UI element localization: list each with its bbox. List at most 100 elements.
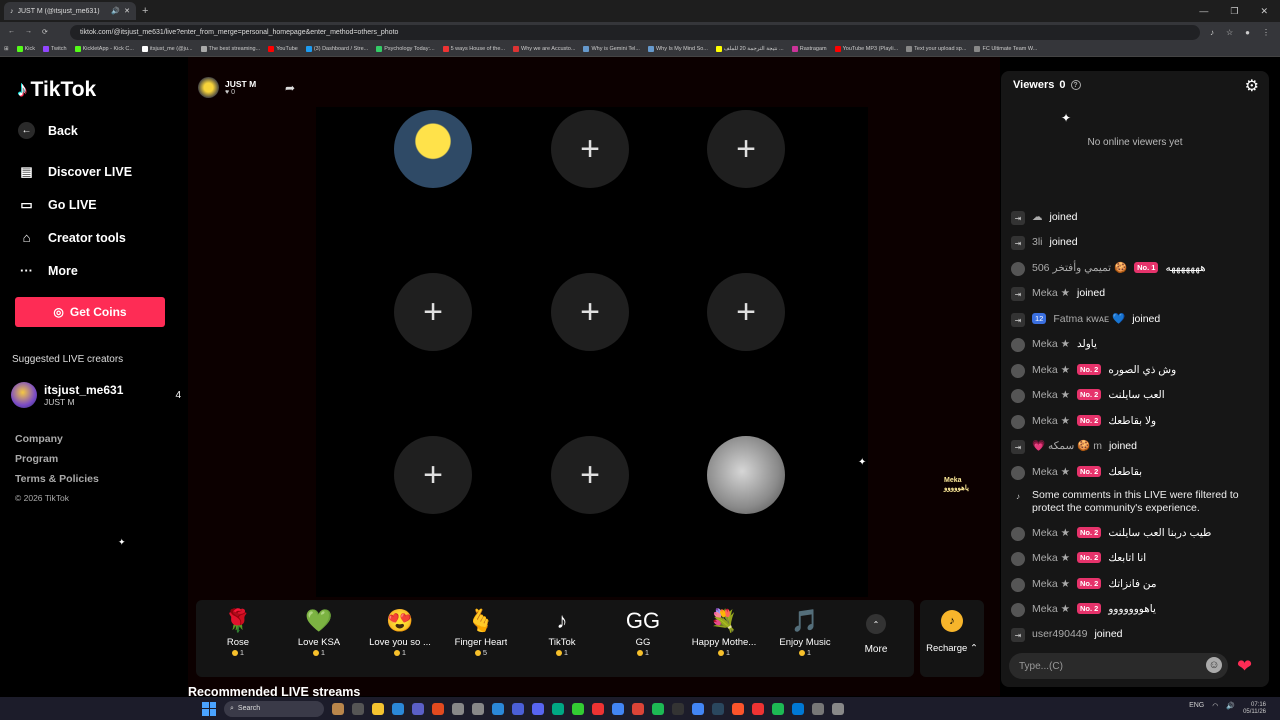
chat-message[interactable]: Meka ★ No. 2 وش ذي الصوره [1011,364,1263,378]
clock-time[interactable]: 07:16 [1251,702,1266,709]
taskbar-app-icon[interactable] [752,702,764,715]
taskbar-app-icon[interactable] [712,702,724,715]
forward-arrow-icon[interactable]: → [25,28,32,36]
gift-enjoy-music[interactable]: 🎵 Enjoy Music 1 [765,608,845,657]
guest-slot-host[interactable] [394,110,472,188]
chat-message[interactable]: Meka ★ No. 2 بقاطعك [1011,466,1263,480]
bookmark-item[interactable]: itsjust_me (@ju... [138,46,197,52]
chat-message[interactable]: Meka ★ No. 2 ياهووووووو [1011,603,1263,617]
tab-close-icon[interactable]: ✕ [124,7,130,15]
like-heart-icon[interactable]: ❤ [1237,656,1252,677]
bookmark-item[interactable]: نتيجة الترجمة 20 للملف ... [712,46,788,52]
maximize-icon[interactable]: ❐ [1230,6,1238,17]
taskbar-app-icon[interactable] [452,702,464,715]
gift-love-ksa[interactable]: 💚 Love KSA 1 [279,608,359,657]
bookmark-item[interactable]: 5 ways House of the... [439,46,509,52]
chat-messages[interactable]: ⇥ ☁ joined ⇥ 3li joined 506 تميمي وأفتخر 🍪 No. … [1001,189,1269,649]
bookmark-item[interactable]: (3) Dashboard / Stre... [302,46,372,52]
taskbar-app-icon[interactable] [632,702,644,715]
bookmark-item[interactable]: Why we are Accusto... [509,46,579,52]
close-window-icon[interactable]: ✕ [1260,6,1268,17]
chat-message[interactable]: Meka ★ No. 2 ولا بقاطعك [1011,415,1263,429]
guest-slot-add[interactable]: + [551,110,629,188]
minimize-icon[interactable]: — [1199,6,1208,17]
viewers-header[interactable]: Viewers 0 ? [1013,79,1081,91]
bookmark-item[interactable]: Rastragam [788,46,831,52]
taskbar-app-icon[interactable] [512,702,524,715]
language-indicator[interactable]: ENG [1189,702,1204,716]
tab-audio-icon[interactable]: 🔊 [111,7,120,15]
guest-slot-add[interactable]: + [551,436,629,514]
new-tab-button[interactable]: + [142,5,148,17]
chat-message[interactable]: ⇥ 12 Fatma ᴋᴡᴀᴇ 💙 joined [1011,313,1263,327]
clock-date[interactable]: 05/11/26 [1243,709,1266,716]
chat-username[interactable]: Meka ★ [1032,527,1070,540]
taskbar-app-icon[interactable] [652,702,664,715]
volume-icon[interactable]: 🔊 [1226,702,1235,716]
get-coins-button[interactable]: ◎ Get Coins [15,297,165,327]
chat-username[interactable]: Meka ★ [1032,389,1070,402]
profile-icon[interactable]: ● [1245,28,1250,37]
gift-gg[interactable]: GG GG 1 [603,608,683,657]
share-icon[interactable]: ➦ [285,81,295,95]
taskbar-app-icon[interactable] [332,702,344,715]
taskbar-app-icon[interactable] [732,702,744,715]
taskbar-app-icon[interactable] [392,702,404,715]
bookmark-item[interactable]: Psychology Today:... [372,46,438,52]
taskbar-app-icon[interactable] [412,702,424,715]
taskbar-search[interactable]: ⌕ Search [224,700,324,717]
chat-username[interactable]: Fatma ᴋᴡᴀᴇ 💙 [1053,313,1125,326]
bookmark-item[interactable]: YouTube [264,46,302,52]
taskbar-app-icon[interactable] [552,702,564,715]
chat-username[interactable]: user490449 [1032,628,1087,641]
url-field[interactable]: tiktok.com/@itsjust_me631/live?enter_fro… [70,24,1200,40]
more-gifts-button[interactable]: ⌃ More [862,614,890,655]
guest-slot-add[interactable]: + [707,110,785,188]
guest-slot-add[interactable]: + [707,273,785,351]
nav-more[interactable]: ··· More [18,262,78,279]
gift-rose[interactable]: 🌹 Rose 1 [198,608,278,657]
menu-dots-icon[interactable]: ⋮ [1262,28,1270,37]
host-info[interactable]: JUST M ♥ 0 [198,77,256,98]
gift-love-you-so[interactable]: 😍 Love you so ... 1 [360,608,440,657]
chat-message[interactable]: ⇥ 💗 سمكه 🍪 m joined [1011,440,1263,454]
taskbar-app-icon[interactable] [672,702,684,715]
apps-grid-icon[interactable]: ⊞ [0,46,13,52]
chat-username[interactable]: Meka ★ [1032,415,1070,428]
chat-message[interactable]: ⇥ 3li joined [1011,236,1263,250]
footer-program-link[interactable]: Program [15,453,58,465]
taskbar-app-icon[interactable] [792,702,804,715]
chat-username[interactable]: Meka ★ [1032,603,1070,616]
chat-message[interactable]: Meka ★ No. 2 العب سايلنت [1011,389,1263,403]
guest-slot-add[interactable]: + [394,436,472,514]
chat-username[interactable]: Meka ★ [1032,466,1070,479]
chat-message[interactable]: ⇥ user490449 joined [1011,628,1263,642]
guest-slot-guest[interactable] [707,436,785,514]
suggested-creator[interactable]: itsjust_me631 JUST M 4 [11,382,181,408]
chat-username[interactable]: Meka ★ [1032,552,1070,565]
chat-username[interactable]: Meka ★ [1032,287,1070,300]
chat-username[interactable]: Meka ★ [1032,578,1070,591]
bookmark-item[interactable]: Why is Gemini Tel... [579,46,644,52]
bookmark-item[interactable]: Why Is My Mind So... [644,46,712,52]
bookmark-item[interactable]: Kick [13,46,39,52]
taskbar-app-icon[interactable] [352,702,364,715]
bookmark-item[interactable]: YouTube MP3 (Playli... [831,46,903,52]
gift-finger-heart[interactable]: 🫰 Finger Heart 5 [441,608,521,657]
taskbar-app-icon[interactable] [372,702,384,715]
bookmark-item[interactable]: The best streaming... [197,46,265,52]
taskbar-app-icon[interactable] [692,702,704,715]
chat-username[interactable]: 506 تميمي وأفتخر 🍪 [1032,262,1127,275]
taskbar-app-icon[interactable] [532,702,544,715]
chat-username[interactable]: ☁ [1032,211,1043,224]
gift-tiktok[interactable]: ♪ TikTok 1 [522,608,602,657]
chat-username[interactable]: Meka ★ [1032,364,1070,377]
tiktok-logo[interactable]: ♪ TikTok [17,78,96,102]
chat-message[interactable]: Meka ★ ياولد [1011,338,1263,352]
chat-message[interactable]: ⇥ Meka ★ joined [1011,287,1263,301]
bookmark-item[interactable]: Text your upload sp... [902,46,970,52]
taskbar-app-icon[interactable] [492,702,504,715]
extension-icon[interactable]: ♪ [1210,28,1214,37]
back-arrow-icon[interactable]: ← [8,28,15,36]
taskbar-app-icon[interactable] [812,702,824,715]
